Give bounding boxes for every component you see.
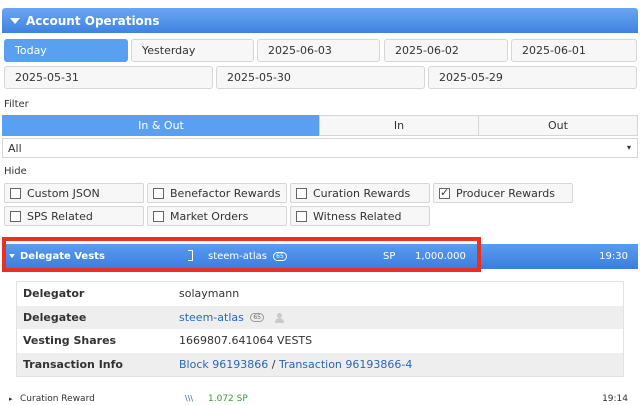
date-today-button[interactable]: Today — [4, 39, 128, 62]
separator: / — [271, 357, 276, 371]
curation-icon: \\\ — [185, 394, 194, 403]
checkbox-label: SPS Related — [27, 209, 93, 223]
delegator-link[interactable]: solaymann — [179, 287, 239, 300]
user-icon[interactable] — [274, 312, 284, 323]
table-row: Transaction Info Block 96193866 / Transa… — [17, 352, 623, 376]
highlight-annotation — [2, 237, 481, 272]
vesting-shares-value: 1669807.641064 VESTS — [179, 334, 313, 348]
expand-triangle-icon: ▸ — [9, 395, 13, 403]
filter-out-tab[interactable]: Out — [478, 115, 638, 136]
filter-label: Filter — [4, 99, 29, 110]
reputation-badge: 65 — [250, 313, 264, 323]
hide-producer-rewards-checkbox[interactable]: Producer Rewards — [433, 183, 573, 203]
checkbox-icon — [10, 210, 21, 222]
hide-benefactor-rewards-checkbox[interactable]: Benefactor Rewards — [147, 183, 287, 203]
dropdown-arrow-icon: ▾ — [626, 143, 631, 152]
date-yesterday-button[interactable]: Yesterday — [131, 39, 254, 62]
collapse-triangle-icon — [10, 17, 20, 24]
checkbox-label: Witness Related — [313, 209, 402, 223]
filter-in-tab[interactable]: In — [319, 115, 479, 136]
block-link[interactable]: Block 96193866 — [179, 358, 268, 371]
filter-in-out-tab[interactable]: In & Out — [2, 115, 320, 136]
vesting-shares-label: Vesting Shares — [23, 334, 117, 348]
checkbox-icon — [296, 187, 307, 199]
date-2025-06-02-button[interactable]: 2025-06-02 — [384, 39, 508, 62]
hide-label: Hide — [4, 166, 27, 177]
checkbox-label: Custom JSON — [27, 186, 100, 200]
checkbox-icon — [296, 210, 307, 222]
hide-custom-json-checkbox[interactable]: Custom JSON — [4, 183, 144, 203]
delegatee-label: Delegatee — [23, 310, 87, 324]
table-row: Vesting Shares 1669807.641064 VESTS — [17, 329, 623, 353]
operation-row-curation-reward[interactable]: ▸ Curation Reward \\\ 1.072 SP 19:14 — [2, 394, 638, 405]
hide-witness-related-checkbox[interactable]: Witness Related — [290, 206, 430, 226]
date-2025-06-03-button[interactable]: 2025-06-03 — [257, 39, 380, 62]
filter-select[interactable]: All ▾ — [2, 138, 638, 158]
filter-select-value: All — [8, 141, 22, 155]
hide-market-orders-checkbox[interactable]: Market Orders — [147, 206, 287, 226]
operation-time: 19:14 — [602, 394, 628, 404]
checkbox-label: Curation Rewards — [313, 186, 411, 200]
panel-title: Account Operations — [26, 13, 160, 28]
hide-curation-rewards-checkbox[interactable]: Curation Rewards — [290, 183, 430, 203]
date-2025-05-30-button[interactable]: 2025-05-30 — [216, 66, 425, 89]
checkbox-icon — [153, 210, 164, 222]
delegator-label: Delegator — [23, 287, 85, 301]
delegatee-link[interactable]: steem-atlas — [179, 311, 244, 324]
operation-details-table: Delegator solaymann Delegatee steem-atla… — [16, 281, 624, 377]
transaction-info-value: Block 96193866 / Transaction 96193866-4 — [179, 358, 412, 371]
transaction-info-label: Transaction Info — [23, 357, 123, 371]
checkbox-checked-icon — [439, 186, 450, 199]
checkbox-label: Market Orders — [170, 209, 249, 223]
checkbox-label: Benefactor Rewards — [170, 186, 281, 200]
checkbox-label: Producer Rewards — [456, 186, 555, 200]
operation-amount: 1.072 SP — [208, 394, 248, 404]
transaction-link[interactable]: Transaction 96193866-4 — [279, 358, 412, 371]
checkbox-icon — [153, 187, 164, 199]
date-2025-06-01-button[interactable]: 2025-06-01 — [511, 39, 637, 62]
date-2025-05-29-button[interactable]: 2025-05-29 — [428, 66, 637, 89]
table-row: Delegator solaymann — [17, 282, 623, 306]
hide-sps-related-checkbox[interactable]: SPS Related — [4, 206, 144, 226]
checkbox-icon — [10, 187, 21, 199]
operation-type: Curation Reward — [20, 394, 95, 404]
table-row: Delegatee steem-atlas 65 — [17, 305, 623, 329]
date-2025-05-31-button[interactable]: 2025-05-31 — [4, 66, 213, 89]
operation-time: 19:30 — [599, 251, 628, 262]
delegatee-value: steem-atlas 65 — [179, 311, 284, 324]
account-operations-header[interactable]: Account Operations — [2, 8, 638, 33]
